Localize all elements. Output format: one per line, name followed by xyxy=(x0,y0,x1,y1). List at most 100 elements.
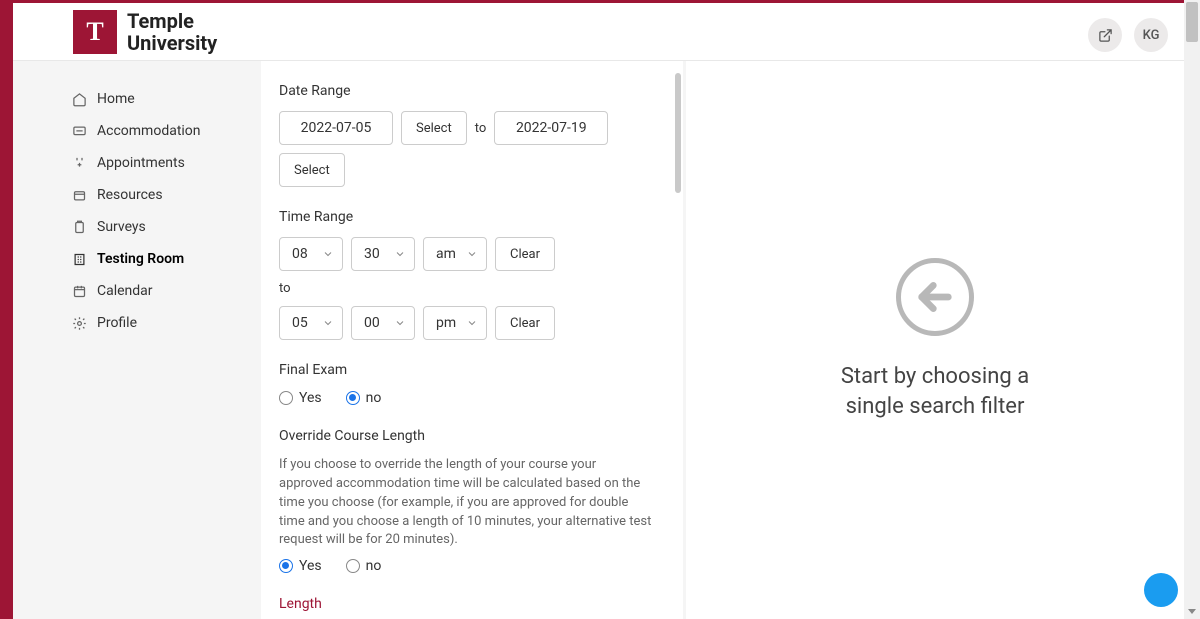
override-yes-radio[interactable]: Yes xyxy=(279,558,322,574)
header-actions: KG xyxy=(1088,18,1168,52)
app-header: T Temple University KG xyxy=(13,3,1184,61)
final-exam-label: Final Exam xyxy=(279,362,653,378)
clipboard-icon xyxy=(71,219,87,235)
date-end-input[interactable]: 2022-07-19 xyxy=(494,111,608,145)
chat-widget-button[interactable] xyxy=(1144,573,1178,607)
sidebar-item-home[interactable]: Home xyxy=(71,83,261,115)
time-end-hour-select[interactable]: 05 xyxy=(279,306,343,340)
sidebar-item-label: Surveys xyxy=(97,219,146,235)
time-start-min-value: 30 xyxy=(364,246,380,262)
panel-scrollbar-thumb[interactable] xyxy=(675,73,681,193)
override-help-text: If you choose to override the length of … xyxy=(279,456,653,550)
logo-letter: T xyxy=(86,17,103,47)
placeholder-line1: Start by choosing a xyxy=(841,364,1029,389)
arrow-left-circle-icon xyxy=(896,258,974,336)
time-range-section: Time Range 08 30 am Clear xyxy=(279,209,653,340)
time-range-label: Time Range xyxy=(279,209,653,225)
chevron-down-icon xyxy=(394,317,406,329)
external-link-button[interactable] xyxy=(1088,18,1122,52)
sidebar-item-calendar[interactable]: Calendar xyxy=(71,275,261,307)
chevron-down-icon xyxy=(322,248,334,260)
length-label: Length xyxy=(279,596,653,612)
chevron-down-icon xyxy=(394,248,406,260)
university-logo-mark: T xyxy=(73,10,117,54)
filter-scroll: Date Range 2022-07-05 Select to 2022-07-… xyxy=(261,61,671,619)
sidebar-item-testing-room[interactable]: Testing Room xyxy=(71,243,261,275)
final-exam-no-radio[interactable]: no xyxy=(346,390,382,406)
final-exam-yes-radio[interactable]: Yes xyxy=(279,390,322,406)
override-label: Override Course Length xyxy=(279,428,653,444)
sidebar-item-accommodation[interactable]: Accommodation xyxy=(71,115,261,147)
radio-label: Yes xyxy=(299,558,322,574)
sidebar-item-label: Testing Room xyxy=(97,251,184,267)
main-area: Home Accommodation Appointments Resource… xyxy=(13,61,1184,619)
brand-line2: University xyxy=(127,32,217,54)
time-end-ampm-select[interactable]: pm xyxy=(423,306,487,340)
override-section: Override Course Length If you choose to … xyxy=(279,428,653,574)
time-start-row: 08 30 am Clear xyxy=(279,237,653,271)
home-icon xyxy=(71,91,87,107)
sidebar-item-label: Resources xyxy=(97,187,163,203)
panel-scrollbar[interactable] xyxy=(673,73,683,607)
time-start-clear-button[interactable]: Clear xyxy=(495,237,555,271)
appointments-icon xyxy=(71,155,87,171)
gear-icon xyxy=(71,315,87,331)
sidebar-item-label: Accommodation xyxy=(97,123,201,139)
sidebar-item-label: Calendar xyxy=(97,283,153,299)
chevron-down-icon xyxy=(322,317,334,329)
external-link-icon xyxy=(1098,28,1113,43)
sidebar-item-appointments[interactable]: Appointments xyxy=(71,147,261,179)
time-end-clear-button[interactable]: Clear xyxy=(495,306,555,340)
time-end-hour-value: 05 xyxy=(292,315,308,331)
chat-icon xyxy=(71,123,87,139)
calendar-icon xyxy=(71,283,87,299)
date-start-input[interactable]: 2022-07-05 xyxy=(279,111,393,145)
sidebar-nav: Home Accommodation Appointments Resource… xyxy=(13,61,261,619)
time-end-min-select[interactable]: 00 xyxy=(351,306,415,340)
sidebar-item-label: Home xyxy=(97,91,135,107)
placeholder-line2: single search filter xyxy=(846,394,1025,419)
placeholder-text: Start by choosing a single search filter xyxy=(841,362,1029,421)
override-no-radio[interactable]: no xyxy=(346,558,382,574)
chevron-down-icon xyxy=(466,317,478,329)
sidebar-item-resources[interactable]: Resources xyxy=(71,179,261,211)
time-start-hour-value: 08 xyxy=(292,246,308,262)
time-to-text: to xyxy=(279,281,653,296)
sidebar-item-surveys[interactable]: Surveys xyxy=(71,211,261,243)
scroll-down-arrow-icon[interactable] xyxy=(1184,603,1200,619)
time-end-min-value: 00 xyxy=(364,315,380,331)
radio-label: no xyxy=(366,390,382,406)
radio-icon xyxy=(346,559,360,573)
chevron-down-icon xyxy=(466,248,478,260)
user-avatar-button[interactable]: KG xyxy=(1134,18,1168,52)
date-start-select-button[interactable]: Select xyxy=(401,111,467,145)
radio-icon xyxy=(346,391,360,405)
brand-line1: Temple xyxy=(127,10,217,32)
sidebar-item-profile[interactable]: Profile xyxy=(71,307,261,339)
date-to-text: to xyxy=(475,121,487,136)
date-range-label: Date Range xyxy=(279,83,653,99)
date-end-select-button[interactable]: Select xyxy=(279,153,345,187)
sidebar-item-label: Profile xyxy=(97,315,137,331)
brand-accent-bar xyxy=(0,0,13,619)
final-exam-radios: Yes no xyxy=(279,390,653,406)
date-range-row: 2022-07-05 Select to 2022-07-19 Select xyxy=(279,111,653,187)
date-range-section: Date Range 2022-07-05 Select to 2022-07-… xyxy=(279,83,653,187)
final-exam-section: Final Exam Yes no xyxy=(279,362,653,406)
time-end-row: 05 00 pm Clear xyxy=(279,306,653,340)
sidebar-item-label: Appointments xyxy=(97,155,185,171)
time-end-ampm-value: pm xyxy=(436,315,456,331)
filter-panel: Date Range 2022-07-05 Select to 2022-07-… xyxy=(261,61,683,619)
time-start-ampm-select[interactable]: am xyxy=(423,237,487,271)
page-scrollbar-thumb[interactable] xyxy=(1186,2,1198,42)
user-initials: KG xyxy=(1143,28,1160,43)
time-start-ampm-value: am xyxy=(436,246,456,262)
page-scrollbar[interactable] xyxy=(1184,0,1200,619)
time-start-min-select[interactable]: 30 xyxy=(351,237,415,271)
radio-icon xyxy=(279,391,293,405)
radio-label: no xyxy=(366,558,382,574)
time-start-hour-select[interactable]: 08 xyxy=(279,237,343,271)
override-radios: Yes no xyxy=(279,558,653,574)
folder-icon xyxy=(71,187,87,203)
radio-icon xyxy=(279,559,293,573)
